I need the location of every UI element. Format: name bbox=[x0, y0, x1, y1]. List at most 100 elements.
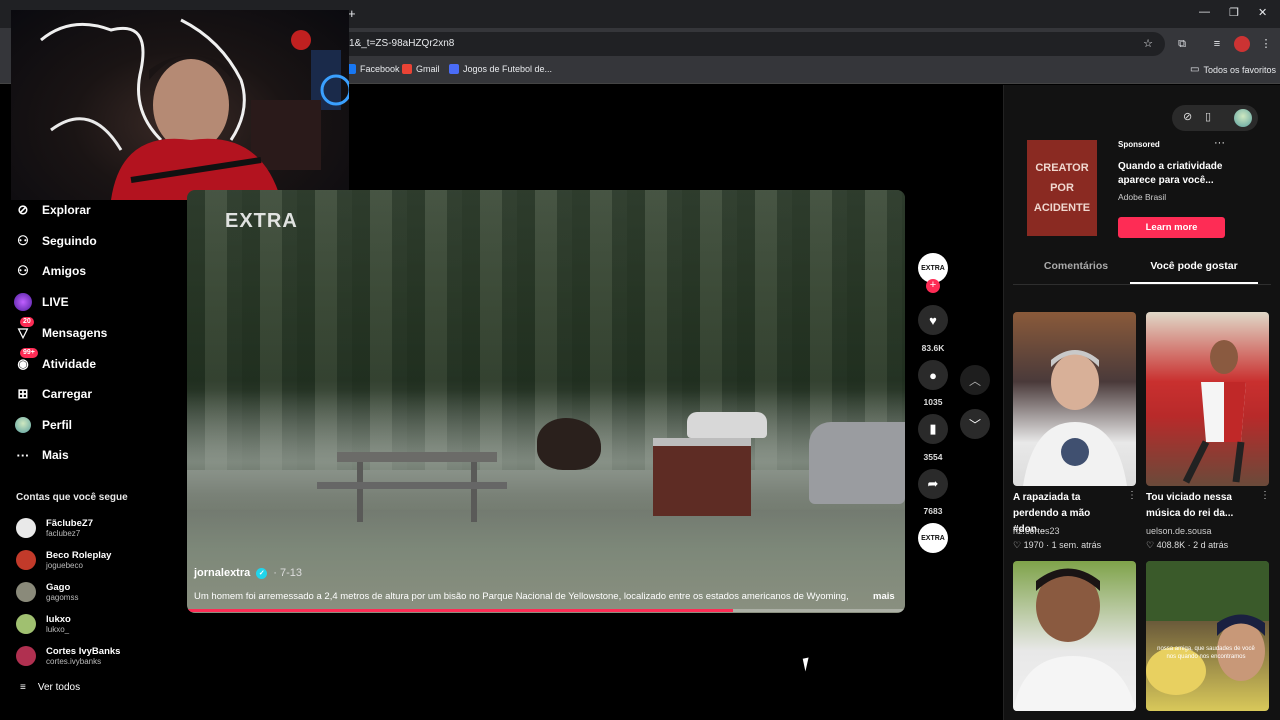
bookmark-icon: ▮ bbox=[929, 421, 937, 436]
account-handle: cortes.ivybanks bbox=[46, 657, 102, 666]
comment-button[interactable]: ● bbox=[918, 360, 948, 390]
account-handle: gagomss bbox=[46, 593, 79, 602]
thumbnail-time: 2 d atrás bbox=[1193, 540, 1229, 550]
sidebar-item-label: Amigos bbox=[42, 264, 87, 278]
sidebar-item-label: Atividade bbox=[42, 357, 97, 371]
video-player[interactable]: EXTRA jornalextra ✓ · 7-13 Um homem foi … bbox=[187, 190, 905, 613]
verified-icon: ✓ bbox=[256, 567, 268, 579]
thumbnail-person-image bbox=[1182, 340, 1246, 484]
next-video-button[interactable]: ﹀ bbox=[960, 409, 990, 439]
thumbnail-likes: 1970 bbox=[1023, 540, 1044, 550]
bookmark-star-icon[interactable]: ☆ bbox=[1140, 36, 1156, 52]
more-options-icon[interactable]: ⋮ bbox=[1127, 490, 1137, 501]
url-text[interactable]: 1&_t=ZS-98aHZQr2xn8 bbox=[349, 38, 454, 49]
thumbnail-person-image bbox=[1023, 350, 1127, 486]
share-button[interactable]: ➦ bbox=[918, 469, 948, 499]
video-car-white bbox=[687, 412, 767, 438]
list-icon: ≡ bbox=[20, 682, 26, 693]
ad-sponsored-label: Sponsored bbox=[1118, 140, 1160, 149]
video-author[interactable]: jornalextra ✓ · 7-13 bbox=[194, 567, 302, 579]
music-disc-avatar[interactable]: EXTRA bbox=[918, 523, 948, 553]
game-site-icon bbox=[449, 64, 459, 74]
see-all-label: Ver todos bbox=[37, 682, 81, 693]
new-tab-button[interactable]: + bbox=[348, 6, 356, 21]
profile-avatar-icon[interactable] bbox=[1234, 36, 1250, 52]
sidebar-item-seguindo[interactable]: ⚇ Seguindo bbox=[14, 228, 97, 254]
bookmark-gmail[interactable]: Gmail bbox=[402, 64, 440, 74]
video-bench bbox=[317, 482, 507, 489]
like-button[interactable]: ♥ bbox=[918, 305, 948, 335]
restore-icon[interactable]: ❐ bbox=[1229, 6, 1239, 19]
save-button[interactable]: ▮ bbox=[918, 414, 948, 444]
avatar bbox=[16, 614, 36, 634]
browser-menu-icon[interactable]: ⋮ bbox=[1258, 36, 1274, 52]
sidebar-item-carregar[interactable]: ⊞ Carregar bbox=[14, 381, 92, 407]
sidebar-item-label: Explorar bbox=[42, 203, 91, 217]
ad-image-text: ACIDENTE bbox=[1033, 202, 1091, 214]
media-control-icon[interactable]: ≡ bbox=[1209, 36, 1225, 52]
video-thumbnail[interactable] bbox=[1013, 312, 1136, 486]
heart-icon: ♥ bbox=[929, 312, 937, 328]
share-icon: ➦ bbox=[927, 476, 939, 491]
thumbnail-time: 1 sem. atrás bbox=[1051, 540, 1102, 550]
close-window-icon[interactable]: ✕ bbox=[1258, 6, 1267, 19]
followed-account[interactable]: Beco Roleplay joguebeco bbox=[16, 547, 111, 573]
thumbnail-title[interactable]: Tou viciado nessa música do rei da... bbox=[1146, 490, 1258, 522]
sidebar-item-amigos[interactable]: ⚇ Amigos bbox=[14, 258, 86, 284]
mouse-cursor-icon bbox=[802, 657, 812, 672]
caption-more-button[interactable]: mais bbox=[873, 591, 895, 602]
sidebar-item-explorar[interactable]: ⊘ Explorar bbox=[14, 197, 91, 223]
mobile-icon[interactable]: ▯ bbox=[1205, 110, 1211, 123]
thumbnail-meta: ♡ 408.8K · 2 d atrás bbox=[1146, 540, 1229, 550]
following-accounts-title: Contas que você segue bbox=[16, 492, 128, 503]
author-name: jornalextra bbox=[194, 567, 251, 579]
bookmark-label: Facebook bbox=[360, 64, 400, 74]
chevron-down-icon: ﹀ bbox=[968, 417, 981, 432]
thumbnail-author[interactable]: uelson.de.sousa bbox=[1146, 526, 1212, 536]
heart-outline-icon: ♡ bbox=[1146, 540, 1155, 550]
ad-more-icon[interactable]: ··· bbox=[1214, 137, 1225, 149]
sidebar-item-atividade[interactable]: ◉ 99+ Atividade bbox=[14, 348, 97, 377]
account-handle: joguebeco bbox=[46, 561, 83, 570]
followed-account[interactable]: lukxo lukxo_ bbox=[16, 611, 71, 637]
ad-image[interactable]: CREATOR POR ACIDENTE bbox=[1027, 140, 1097, 236]
sidebar-item-perfil[interactable]: Perfil bbox=[14, 412, 72, 438]
video-progress-bar[interactable] bbox=[187, 609, 905, 612]
bookmark-jogos[interactable]: Jogos de Futebol de... bbox=[449, 64, 552, 74]
bookmark-label: Jogos de Futebol de... bbox=[463, 64, 553, 74]
compass-icon[interactable]: ⊘ bbox=[1183, 110, 1192, 123]
minimize-icon[interactable]: — bbox=[1199, 6, 1210, 18]
video-thumbnail[interactable] bbox=[1013, 561, 1136, 711]
all-favorites-folder[interactable]: ▭ Todos os favoritos bbox=[1190, 64, 1276, 75]
thumbnail-person-image bbox=[1013, 568, 1136, 711]
followed-account[interactable]: Gago gagomss bbox=[16, 579, 78, 605]
video-thumbnail[interactable]: nossa amiga, que saudades de você nos qu… bbox=[1146, 561, 1269, 711]
followed-account[interactable]: Cortes IvyBanks cortes.ivybanks bbox=[16, 643, 120, 669]
more-options-icon[interactable]: ⋮ bbox=[1260, 490, 1270, 501]
sidebar-item-mensagens[interactable]: ▽ 20 Mensagens bbox=[14, 317, 108, 346]
followed-account[interactable]: FãclubeZ7 faclubez7 bbox=[16, 515, 93, 541]
extensions-icon[interactable]: ⧉ bbox=[1174, 36, 1190, 52]
follow-plus-icon[interactable]: + bbox=[926, 279, 940, 293]
video-picnic-table-legs bbox=[357, 462, 477, 522]
folder-icon: ▭ bbox=[1190, 64, 1200, 75]
sidebar-item-label: Seguindo bbox=[42, 234, 97, 248]
tab-you-may-like[interactable]: Você pode gostar bbox=[1130, 260, 1258, 272]
thumbnail-caption-overlay: nossa amiga, que saudades de você nos qu… bbox=[1157, 646, 1255, 660]
sidebar-item-mais[interactable]: ··· Mais bbox=[14, 442, 69, 468]
ad-title[interactable]: Quando a criatividade aparece para você.… bbox=[1118, 160, 1228, 188]
previous-video-button[interactable]: ︿ bbox=[960, 365, 990, 395]
profile-avatar-icon[interactable] bbox=[1234, 109, 1252, 127]
video-thumbnail[interactable] bbox=[1146, 312, 1269, 486]
compass-icon: ⊘ bbox=[17, 202, 29, 217]
see-all-accounts-button[interactable]: ≡ Ver todos bbox=[20, 682, 80, 693]
bookmark-facebook[interactable]: Facebook bbox=[346, 64, 400, 74]
sidebar-item-live[interactable]: LIVE bbox=[14, 289, 69, 315]
avatar bbox=[16, 518, 36, 538]
sidebar-item-label: Mensagens bbox=[42, 326, 108, 340]
ad-learn-more-button[interactable]: Learn more bbox=[1118, 217, 1225, 238]
thumbnail-author[interactable]: hz.cortes23 bbox=[1013, 526, 1060, 536]
avatar bbox=[16, 582, 36, 602]
tab-comments[interactable]: Comentários bbox=[1030, 260, 1122, 272]
comment-count: 1035 bbox=[923, 397, 943, 407]
